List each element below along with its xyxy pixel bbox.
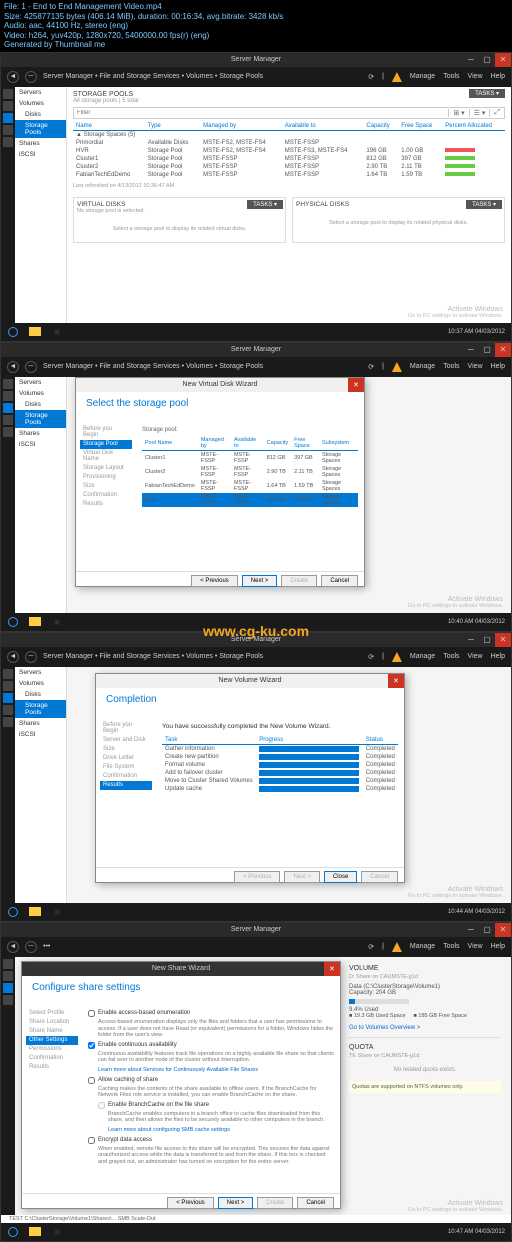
table-row[interactable]: PrimordialAvailable DisksMSTE-FS2, MSTE-… bbox=[73, 139, 505, 147]
panel-title: STORAGE POOLS bbox=[73, 91, 505, 98]
table-row[interactable]: PoolMSTE-FSSPMSTE-FSSP694 GB693 GBStorag… bbox=[142, 493, 358, 507]
menu-manage[interactable]: Manage bbox=[410, 73, 435, 80]
table-row[interactable]: FabianTechEdDemoMSTE-FSSPMSTE-FSSP1.64 T… bbox=[142, 479, 358, 493]
clock[interactable]: 10:37 AM 04/03/2012 bbox=[448, 329, 509, 335]
file-metadata: File: 1 - End to End Management Video.mp… bbox=[0, 0, 512, 52]
sidebar-item-iscsi[interactable]: iSCSI bbox=[15, 149, 66, 160]
virtual-disks-panel: TASKS ▾VIRTUAL DISKSNo storage pool is s… bbox=[73, 197, 286, 243]
sidebar-item-shares[interactable]: Shares bbox=[15, 138, 66, 149]
menu-tools[interactable]: Tools bbox=[443, 73, 459, 80]
screenshot-3: Server Manager─▢✕ ◄─Server Manager • Fil… bbox=[0, 632, 512, 922]
chk-branchcache[interactable]: Enable BranchCache on the file share bbox=[98, 1102, 334, 1109]
pool-selection-table: Pool NameManaged byAvailable toCapacityF… bbox=[142, 436, 358, 507]
table-row[interactable]: FabianTechEdDemoStorage PoolMSTE-FSSPMST… bbox=[73, 171, 505, 179]
filter-bar: ⊞ ▾☰ ▾⤢ bbox=[73, 107, 505, 119]
usage-bar bbox=[349, 999, 409, 1004]
storage-pools-table: NameTypeManaged byAvailable toCapacityFr… bbox=[73, 122, 505, 179]
table-row[interactable]: Cluster1MSTE-FSSPMSTE-FSSP812 GB397 GBSt… bbox=[142, 450, 358, 465]
watermark-cgku: www.cg-ku.com bbox=[203, 623, 309, 639]
left-iconbar bbox=[1, 87, 15, 323]
table-row: Add to failover clusterCompleted bbox=[162, 769, 398, 777]
new-volume-wizard: New Volume Wizard✕ Completion Before you… bbox=[95, 673, 405, 883]
tasks-dropdown[interactable]: TASKS ▾ bbox=[469, 89, 505, 98]
table-group[interactable]: ▲ Storage Spaces (5) bbox=[73, 130, 505, 139]
close-icon[interactable]: ✕ bbox=[324, 962, 340, 976]
next-button[interactable]: Next > bbox=[218, 1197, 254, 1209]
table-row[interactable]: Cluster2MSTE-FSSPMSTE-FSSP2.90 TB2.11 TB… bbox=[142, 465, 358, 479]
close-button[interactable]: Close bbox=[324, 871, 357, 883]
menu-help[interactable]: Help bbox=[491, 73, 505, 80]
sidebar-item-servers[interactable]: Servers bbox=[15, 87, 66, 98]
filter-dropdown-icon[interactable]: ⊞ ▾ bbox=[448, 109, 468, 117]
dialog-heading: Select the storage pool bbox=[76, 392, 364, 415]
refresh-icon[interactable]: ⟳ bbox=[368, 73, 374, 81]
create-button[interactable]: Create bbox=[281, 575, 317, 587]
ie-icon[interactable] bbox=[3, 325, 23, 339]
previous-button[interactable]: < Previous bbox=[191, 575, 238, 587]
back-icon[interactable]: ◄ bbox=[7, 71, 19, 83]
screenshot-4: Server Manager─▢✕ ◄─•••⟳|ManageToolsView… bbox=[0, 922, 512, 1242]
table-row: Update cacheCompleted bbox=[162, 785, 398, 793]
table-row[interactable]: Cluster1Storage PoolMSTE-FSSPMSTE-FSSP81… bbox=[73, 155, 505, 163]
footer-row: TEST C:\ClusterStorage\Volume1\Shares\..… bbox=[1, 1215, 511, 1223]
maximize-icon[interactable]: ▢ bbox=[479, 53, 495, 67]
menu-view[interactable]: View bbox=[468, 73, 483, 80]
taskbar: ▣ 10:37 AM 04/03/2012 bbox=[1, 323, 511, 341]
table-row: Move to Cluster Shared VolumesCompleted bbox=[162, 777, 398, 785]
right-panels: VOLUME D: Share on CAUMSTE-g1d Data (C:\… bbox=[345, 961, 505, 1211]
main-panel: TASKS ▾ STORAGE POOLS All storage pools … bbox=[67, 87, 511, 323]
server-manager-icon[interactable]: ▣ bbox=[47, 325, 67, 339]
chk-cache[interactable]: Allow caching of share bbox=[88, 1077, 334, 1084]
chk-abe[interactable]: Enable access-based enumeration bbox=[88, 1010, 334, 1017]
screenshot-2: Server Manager─▢✕ ◄─Server Manager • Fil… bbox=[0, 342, 512, 632]
forward-icon[interactable]: ─ bbox=[25, 71, 37, 83]
close-icon[interactable]: ✕ bbox=[348, 378, 364, 392]
table-row[interactable]: Cluster2Storage PoolMSTE-FSSPMSTE-FSSP2.… bbox=[73, 163, 505, 171]
wizard-steps: Before you BeginStorage PoolVirtual Disk… bbox=[76, 421, 136, 571]
expand-icon[interactable]: ⤢ bbox=[489, 109, 504, 117]
table-row: Gather informationCompleted bbox=[162, 744, 398, 753]
chk-ca[interactable]: Enable continuous availability bbox=[88, 1042, 334, 1049]
activate-windows: Activate WindowsGo to PC settings to act… bbox=[408, 306, 503, 319]
app-header: ◄ ─ Server Manager • File and Storage Se… bbox=[1, 67, 511, 87]
notification-flag-icon[interactable] bbox=[392, 72, 402, 82]
explorer-icon[interactable] bbox=[25, 325, 45, 339]
physical-disks-panel: TASKS ▾PHYSICAL DISKSSelect a storage po… bbox=[292, 197, 505, 243]
filter-input[interactable] bbox=[74, 110, 448, 116]
sidebar-item-disks[interactable]: Disks bbox=[15, 109, 66, 120]
sidebar: Servers Volumes Disks Storage Pools Shar… bbox=[15, 87, 67, 323]
sidebar-item-storage-pools[interactable]: Storage Pools bbox=[15, 120, 66, 138]
next-button[interactable]: Next > bbox=[242, 575, 278, 587]
table-row: Create new partitionCompleted bbox=[162, 753, 398, 761]
volumes-overview-link[interactable]: Go to Volumes Overview > bbox=[349, 1025, 501, 1031]
chk-encrypt[interactable]: Encrypt data access bbox=[88, 1137, 334, 1144]
table-row[interactable]: HVRStorage PoolMSTE-FS2, MSTE-FS4MSTE-FS… bbox=[73, 147, 505, 155]
close-icon[interactable]: ✕ bbox=[495, 53, 511, 67]
table-row: Format volumeCompleted bbox=[162, 761, 398, 769]
minimize-icon[interactable]: ─ bbox=[463, 53, 479, 67]
screenshot-1: Server Manager─▢✕ ◄ ─ Server Manager • F… bbox=[0, 52, 512, 342]
close-icon[interactable]: ✕ bbox=[388, 674, 404, 688]
breadcrumb[interactable]: Server Manager • File and Storage Servic… bbox=[43, 73, 362, 80]
cancel-button[interactable]: Cancel bbox=[321, 575, 358, 587]
window-titlebar: Server Manager─▢✕ bbox=[1, 53, 511, 67]
new-share-wizard: New Share Wizard✕ Configure share settin… bbox=[21, 961, 341, 1209]
sidebar-item-volumes[interactable]: Volumes bbox=[15, 98, 66, 109]
new-virtual-disk-wizard: New Virtual Disk Wizard✕ Select the stor… bbox=[75, 377, 365, 587]
dialog-titlebar: New Virtual Disk Wizard✕ bbox=[76, 378, 364, 392]
